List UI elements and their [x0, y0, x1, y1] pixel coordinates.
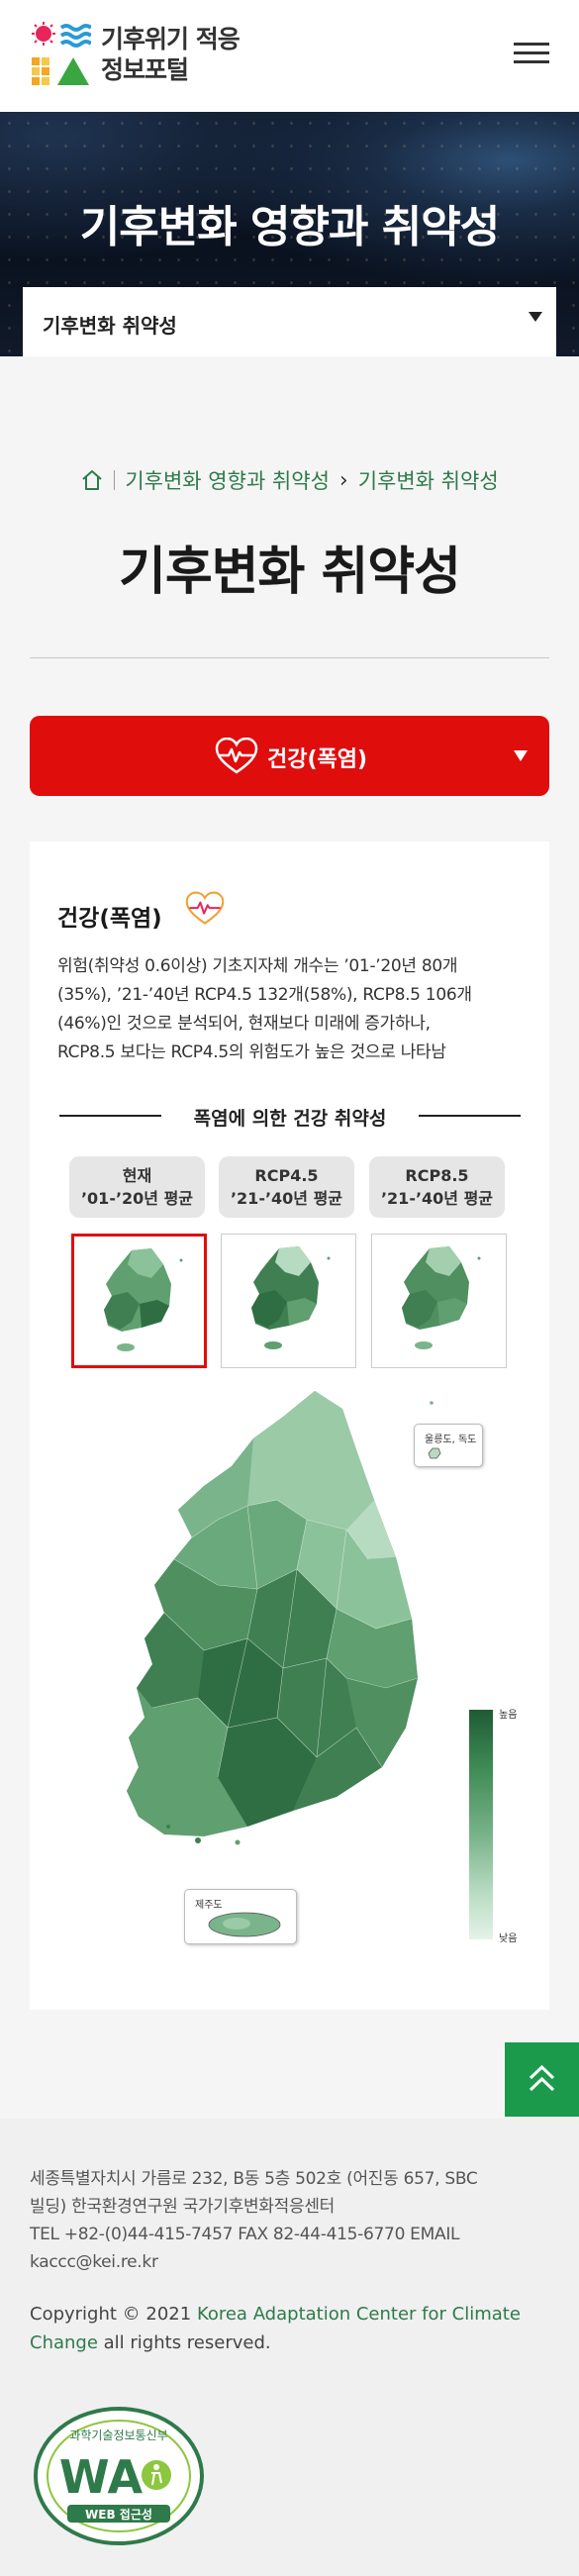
badge-bottom-text: WEB 접근성	[85, 2508, 152, 2522]
hamburger-icon	[514, 43, 549, 46]
section-title-text: 폭염에 의한 건강 취약성	[193, 1108, 387, 1130]
badge-top-text: 과학기술정보통신부	[69, 2428, 167, 2442]
breadcrumb: 기후변화 영향과 취약성 › 기후변화 취약성	[0, 465, 579, 495]
description-line: 위험(취약성 0.6이상) 기초지자체 개수는 ’01-’20년 80개	[57, 956, 458, 976]
footer-address-line: 세종특별자치시 가름로 232, B동 5층 502호 (어진동 657, SB…	[30, 2169, 478, 2189]
legend-high-label: 높음	[499, 1710, 518, 1721]
tab-sublabel: ’21-’40년 평균	[380, 1189, 494, 1208]
thumbnail-current[interactable]	[71, 1234, 207, 1368]
legend-low-label: 낮음	[499, 1933, 518, 1944]
hero-banner: 기후변화 영향과 취약성 기후변화 취약성	[0, 112, 579, 356]
heartbeat-icon	[185, 891, 225, 925]
legend-color-scale	[469, 1710, 493, 1939]
top-header: 기후위기 적응 정보포털	[0, 0, 579, 112]
card-heading: 건강(폭염)	[57, 906, 162, 932]
page: 기후위기 적응 정보포털 기후변화 영향과 취약성 기후변화 취약성 기후변화 …	[0, 0, 579, 2576]
chevron-down-icon	[514, 750, 528, 761]
badge-mark: WA	[59, 2450, 144, 2504]
web-accessibility-badge[interactable]: 과학기술정보통신부 WA WEB 접근성	[30, 2402, 208, 2550]
footer-address-line: 빌딩) 한국환경연구원 국가기후변화적응센터	[30, 2197, 335, 2217]
tab-rcp85[interactable]: RCP8.5 ’21-’40년 평균	[369, 1156, 505, 1218]
tab-current[interactable]: 현재 ’01-’20년 평균	[69, 1156, 205, 1218]
section-title-line	[419, 1115, 521, 1117]
section-title: 폭염에 의한 건강 취약성	[59, 1101, 521, 1131]
divider	[30, 657, 549, 658]
breadcrumb-divider	[114, 470, 116, 490]
tab-label: RCP8.5	[405, 1166, 469, 1185]
korea-vulnerability-map	[127, 1391, 434, 1845]
description-line: (35%), ’21-’40년 RCP4.5 132개(58%), RCP8.5…	[57, 985, 472, 1005]
subnav-selected-label: 기후변화 취약성	[43, 314, 177, 338]
vulnerability-card: 건강(폭염) 위험(취약성 0.6이상) 기초지자체 개수는 ’01-’20년 …	[30, 842, 549, 2010]
chevron-down-icon	[529, 312, 542, 322]
chevron-right-icon: ›	[338, 467, 348, 493]
hamburger-icon-bar	[514, 51, 549, 54]
subnav-dropdown[interactable]: 기후변화 취약성	[23, 287, 556, 356]
description-line: (46%)인 것으로 분석되어, 현재보다 미래에 증가하나,	[57, 1014, 431, 1034]
footer-copyright: Copyright © 2021 Korea Adaptation Center…	[30, 2300, 554, 2357]
thumbnail-rcp85[interactable]	[371, 1234, 507, 1368]
tab-label: 현재	[122, 1166, 152, 1185]
kaccc-link[interactable]: Change	[30, 2332, 98, 2353]
copyright-suffix: all rights reserved.	[97, 2332, 271, 2353]
jeju-island-shape	[208, 1912, 281, 1937]
jeju-inset: 제주도	[184, 1889, 297, 1944]
category-dropdown[interactable]: 건강(폭염)	[30, 716, 549, 796]
tab-sublabel: ’01-’20년 평균	[80, 1189, 194, 1208]
menu-button[interactable]	[514, 43, 549, 64]
double-chevron-up-icon	[529, 2064, 555, 2092]
kaccc-link[interactable]: Korea Adaptation Center for Climate	[197, 2304, 521, 2325]
card-description: 위험(취약성 0.6이상) 기초지자체 개수는 ’01-’20년 80개 (35…	[57, 952, 532, 1067]
logo-text: 기후위기 적응 정보포털	[101, 24, 241, 85]
footer-address-line: kaccc@kei.re.kr	[30, 2252, 158, 2272]
logo-line-2: 정보포털	[101, 55, 189, 84]
banner-title: 기후변화 영향과 취약성	[79, 202, 500, 252]
korea-map-thumbnail	[402, 1246, 481, 1349]
scroll-top-button[interactable]	[505, 2042, 579, 2117]
home-icon[interactable]	[80, 468, 104, 492]
tab-label: RCP4.5	[254, 1166, 319, 1185]
jeju-inset-label: 제주도	[195, 1900, 223, 1911]
breadcrumb-item-parent[interactable]: 기후변화 영향과 취약성	[125, 465, 330, 495]
tab-sublabel: ’21-’40년 평균	[230, 1189, 343, 1208]
logo-mark-icon	[32, 22, 91, 85]
description-line: RCP8.5 보다는 RCP4.5의 위험도가 높은 것으로 나타남	[57, 1042, 446, 1062]
site-footer: 세종특별자치시 가름로 232, B동 5층 502호 (어진동 657, SB…	[0, 2119, 579, 2576]
footer-address-line: TEL +82-(0)44-415-7457 FAX 82-44-415-677…	[30, 2225, 460, 2244]
tab-rcp45[interactable]: RCP4.5 ’21-’40년 평균	[219, 1156, 354, 1218]
footer-address: 세종특별자치시 가름로 232, B동 5층 502호 (어진동 657, SB…	[30, 2165, 554, 2276]
site-logo[interactable]: 기후위기 적응 정보포털	[30, 22, 241, 91]
map-thumbnails	[71, 1234, 521, 1372]
category-selected-label: 건강(폭염)	[267, 747, 368, 772]
logo-line-1: 기후위기 적응	[101, 25, 241, 53]
ulleung-island-shape	[428, 1447, 441, 1459]
hamburger-icon-bar	[514, 60, 549, 63]
ulleung-inset-label: 울릉도, 독도	[425, 1435, 477, 1445]
breadcrumb-item-current[interactable]: 기후변화 취약성	[358, 465, 499, 495]
ulleung-inset: 울릉도, 독도	[414, 1424, 483, 1467]
scenario-tabs: 현재 ’01-’20년 평균 RCP4.5 ’21-’40년 평균 RCP8.5…	[69, 1156, 519, 1222]
thumbnail-rcp45[interactable]	[221, 1234, 356, 1368]
page-title: 기후변화 취약성	[119, 543, 461, 602]
heartbeat-icon	[215, 738, 258, 774]
korea-map-thumbnail	[104, 1248, 183, 1351]
map-legend: 높음 낮음	[469, 1710, 538, 2007]
korea-map-thumbnail	[251, 1246, 331, 1349]
copyright-prefix: Copyright © 2021	[30, 2304, 197, 2325]
